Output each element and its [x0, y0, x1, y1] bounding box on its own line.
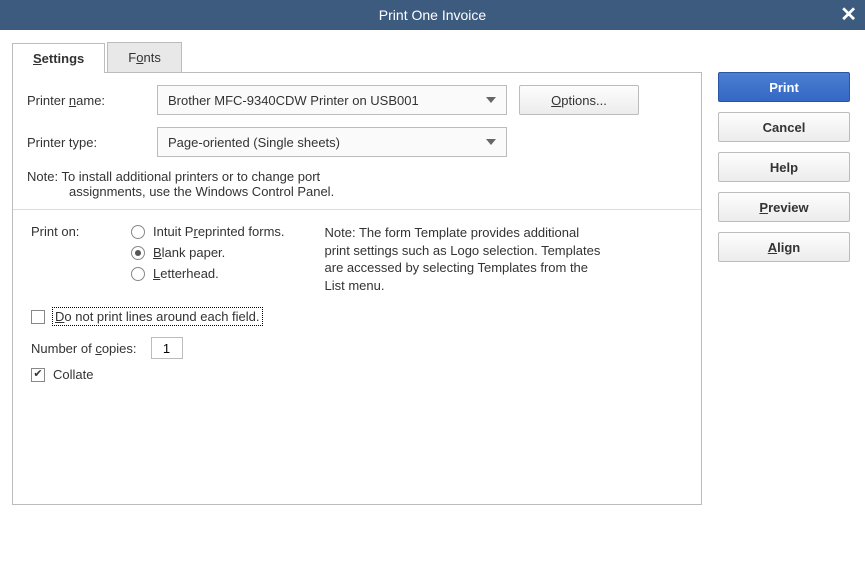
tab-strip: Settings Fonts [12, 42, 702, 72]
print-on-left: Print on: Intuit Preprinted forms. Blank… [31, 224, 285, 294]
settings-panel: Printer name: Brother MFC-9340CDW Printe… [12, 72, 702, 505]
copies-label: Number of copies: [31, 341, 137, 356]
options-button[interactable]: Options... [519, 85, 639, 115]
tab-fonts[interactable]: Fonts [107, 42, 182, 72]
left-column: Settings Fonts Printer name: Brother MFC… [12, 42, 702, 505]
radio-preprinted[interactable]: Intuit Preprinted forms. [131, 224, 285, 239]
collate-checkbox-row[interactable]: Collate [31, 367, 683, 382]
printer-name-row: Printer name: Brother MFC-9340CDW Printe… [27, 85, 687, 115]
titlebar: Print One Invoice ✕ [0, 0, 865, 30]
cancel-button-label: Cancel [763, 120, 806, 135]
printer-type-label: Printer type: [27, 135, 157, 150]
collate-label: Collate [53, 367, 93, 382]
install-note: Note: To install additional printers or … [27, 169, 687, 199]
print-on-radio-group: Intuit Preprinted forms. Blank paper. Le… [131, 224, 285, 294]
print-on-row: Print on: Intuit Preprinted forms. Blank… [31, 224, 683, 294]
copies-input[interactable] [151, 337, 183, 359]
template-note: Note: The form Template provides additio… [325, 224, 605, 294]
printer-type-row: Printer type: Page-oriented (Single shee… [27, 127, 687, 157]
print-on-label: Print on: [31, 224, 131, 294]
preview-button-label: Preview [759, 200, 808, 215]
radio-icon [131, 225, 145, 239]
radio-letterhead[interactable]: Letterhead. [131, 266, 285, 281]
preview-button[interactable]: Preview [718, 192, 850, 222]
tab-settings-hotkey: S [33, 51, 42, 66]
print-button-label: Print [769, 80, 799, 95]
dialog-content: Settings Fonts Printer name: Brother MFC… [0, 30, 865, 505]
radio-letterhead-label: Letterhead. [153, 266, 219, 281]
radio-icon [131, 267, 145, 281]
install-note-line1: Note: To install additional printers or … [27, 169, 320, 184]
align-button-label: Align [768, 240, 801, 255]
printer-name-dropdown[interactable]: Brother MFC-9340CDW Printer on USB001 [157, 85, 507, 115]
no-lines-checkbox-row[interactable]: Do not print lines around each field. [31, 308, 683, 325]
right-button-column: Print Cancel Help Preview Align [718, 42, 853, 505]
printer-name-label: Printer name: [27, 93, 157, 108]
chevron-down-icon [486, 97, 496, 103]
tab-fonts-hotkey: o [136, 50, 143, 65]
no-lines-label: Do not print lines around each field. [53, 308, 262, 325]
tab-settings[interactable]: Settings [12, 43, 105, 73]
print-options-section: Print on: Intuit Preprinted forms. Blank… [13, 209, 701, 492]
radio-blank[interactable]: Blank paper. [131, 245, 285, 260]
copies-row: Number of copies: [31, 337, 683, 359]
cancel-button[interactable]: Cancel [718, 112, 850, 142]
radio-blank-label: Blank paper. [153, 245, 225, 260]
help-button[interactable]: Help [718, 152, 850, 182]
align-button[interactable]: Align [718, 232, 850, 262]
close-icon[interactable]: ✕ [840, 0, 857, 30]
printer-name-value: Brother MFC-9340CDW Printer on USB001 [168, 93, 419, 108]
chevron-down-icon [486, 139, 496, 145]
window-title: Print One Invoice [379, 7, 486, 23]
install-note-line2: assignments, use the Windows Control Pan… [27, 184, 687, 199]
radio-preprinted-label: Intuit Preprinted forms. [153, 224, 285, 239]
checkbox-icon [31, 310, 45, 324]
help-button-label: Help [770, 160, 798, 175]
printer-type-value: Page-oriented (Single sheets) [168, 135, 340, 150]
printer-type-dropdown[interactable]: Page-oriented (Single sheets) [157, 127, 507, 157]
checkbox-icon [31, 368, 45, 382]
print-button[interactable]: Print [718, 72, 850, 102]
radio-icon [131, 246, 145, 260]
